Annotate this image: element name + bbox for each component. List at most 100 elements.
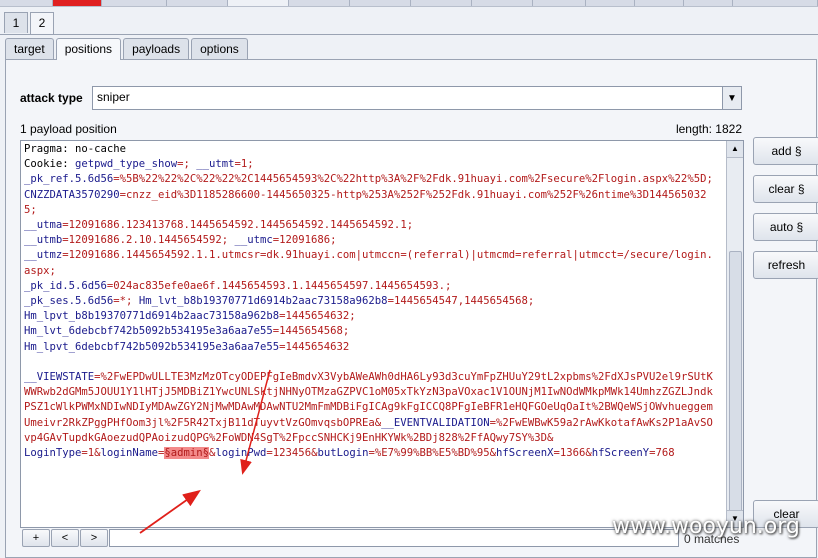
- top-tab[interactable]: [289, 0, 350, 6]
- param-name: __VIEWSTATE: [24, 371, 95, 384]
- param-value: =768: [649, 447, 675, 460]
- param-value: =%E7%99%BB%E5%BD%95&: [368, 447, 497, 460]
- param-name: __utmt: [196, 158, 235, 171]
- auto-markers-button[interactable]: auto §: [753, 213, 818, 241]
- param-name: __utmb: [24, 234, 63, 247]
- next-match-button[interactable]: >: [80, 529, 108, 547]
- param-value: =12091686.2.10.1445654592;: [62, 234, 235, 247]
- top-tab[interactable]: [0, 0, 53, 6]
- param-value: =1366&: [553, 447, 592, 460]
- top-tab-active[interactable]: [53, 0, 102, 6]
- request-line: Hm_lpvt_6debcbf742b5092b534195e3a6aa7e55…: [24, 340, 719, 355]
- param-value: =1;: [234, 158, 254, 171]
- param-name: Hm_lpvt_b8b19370771d6914b2aac73158a962b8: [24, 310, 280, 323]
- param-name: loginPwd: [215, 447, 267, 460]
- param-name: __utmz: [24, 249, 63, 262]
- previous-match-button[interactable]: <: [51, 529, 79, 547]
- param-name: __utmc: [234, 234, 273, 247]
- payload-position-count: 1 payload position: [20, 122, 117, 136]
- param-name: loginName: [100, 447, 158, 460]
- top-tab[interactable]: [733, 0, 818, 6]
- param-name: _pk_id.5.6d56: [24, 279, 107, 292]
- request-line: Hm_lvt_6debcbf742b5092b534195e3a6aa7e55=…: [24, 324, 719, 339]
- param-value: =12091686.123413768.1445654592.144565459…: [62, 219, 414, 232]
- param-name: __EVENTVALIDATION: [381, 416, 490, 429]
- add-marker-button[interactable]: add §: [753, 137, 818, 165]
- request-line: __utmz=12091686.1445654592.1.1.utmcsr=dk…: [24, 248, 719, 278]
- param-name: butLogin: [317, 447, 369, 460]
- search-input[interactable]: [109, 529, 679, 547]
- top-tab[interactable]: [411, 0, 472, 6]
- top-tab[interactable]: [102, 0, 167, 6]
- tab-target[interactable]: target: [5, 38, 54, 59]
- chevron-down-icon: ▼: [727, 93, 737, 104]
- param-name: LoginType: [24, 447, 82, 460]
- request-length: length: 1822: [675, 122, 742, 136]
- top-tab[interactable]: [684, 0, 733, 6]
- request-line: LoginType=1&loginName=§admin§&loginPwd=1…: [24, 446, 719, 461]
- scroll-thumb[interactable]: [729, 251, 742, 527]
- param-value: =1445654547,1445654568;: [387, 295, 535, 308]
- request-line: CNZZDATA3570290=cnzz_eid%3D1185286600-14…: [24, 188, 719, 218]
- param-value: =;: [177, 158, 197, 171]
- top-tab[interactable]: [533, 0, 586, 6]
- scroll-up-button[interactable]: ▲: [727, 141, 743, 158]
- attack-tab-1[interactable]: 1: [4, 12, 28, 33]
- param-value: =%5B%22%22%2C%22%22%2C1445654593%2C%22ht…: [113, 173, 713, 186]
- param-value: =cnzz_eid%3D1185286600-1445650325-http%2…: [24, 188, 707, 216]
- request-line: [24, 355, 719, 370]
- vertical-scrollbar[interactable]: ▲ ▼: [726, 141, 743, 527]
- top-tab[interactable]: [472, 0, 533, 6]
- top-tab[interactable]: [635, 0, 684, 6]
- request-text[interactable]: Pragma: no-cache Cookie: getpwd_type_show…: [24, 142, 719, 461]
- param-value: =*;: [113, 295, 139, 308]
- param-value: =024ac835efe0ae6f.1445654593.1.144565459…: [106, 279, 452, 292]
- attack-type-select[interactable]: sniper ▼: [92, 86, 742, 110]
- param-name: Hm_lpvt_6debcbf742b5092b534195e3a6aa7e55: [24, 340, 280, 353]
- request-line: Hm_lpvt_b8b19370771d6914b2aac73158a962b8…: [24, 309, 719, 324]
- watermark-text: www.wooyun.org: [612, 514, 800, 539]
- request-line: Pragma: no-cache: [24, 142, 719, 157]
- dropdown-button[interactable]: ▼: [722, 87, 741, 109]
- param-value: Cookie:: [24, 158, 76, 171]
- search-options-button[interactable]: +: [22, 529, 50, 547]
- tab-positions[interactable]: positions: [55, 38, 122, 60]
- param-name: _pk_ses.5.6d56: [24, 295, 114, 308]
- param-value: =1&: [81, 447, 101, 460]
- config-tab-bar: target positions payloads options: [5, 38, 250, 60]
- param-name: Hm_lvt_6debcbf742b5092b534195e3a6aa7e55: [24, 325, 273, 338]
- param-name: getpwd_type_show: [75, 158, 178, 171]
- top-tab[interactable]: [228, 0, 289, 6]
- param-value: =12091686.1445654592.1.1.utmcsr=dk.91hua…: [24, 249, 713, 277]
- top-tab[interactable]: [350, 0, 411, 6]
- param-name: hfScreenX: [496, 447, 554, 460]
- request-line: _pk_id.5.6d56=024ac835efe0ae6f.144565459…: [24, 279, 719, 294]
- attack-tab-2[interactable]: 2: [30, 12, 54, 34]
- request-editor[interactable]: Pragma: no-cache Cookie: getpwd_type_show…: [20, 140, 744, 528]
- param-value: [24, 356, 30, 368]
- tab-options[interactable]: options: [191, 38, 248, 59]
- param-value: Pragma: no-cache: [24, 143, 127, 155]
- request-line: __VIEWSTATE=%2FwEPDwULLTE3MzMzOTcyODEPFg…: [24, 370, 719, 446]
- request-line: _pk_ses.5.6d56=*; Hm_lvt_b8b19370771d691…: [24, 294, 719, 309]
- attack-type-label: attack type: [20, 91, 83, 105]
- top-tab[interactable]: [586, 0, 635, 6]
- param-name: CNZZDATA3570290: [24, 188, 120, 201]
- top-tab[interactable]: [167, 0, 228, 6]
- refresh-button[interactable]: refresh: [753, 251, 818, 279]
- param-value: =1445654632: [279, 340, 350, 353]
- attack-type-value: sniper: [97, 90, 130, 104]
- param-value: =123456&: [266, 447, 318, 460]
- request-line: _pk_ref.5.6d56=%5B%22%22%2C%22%22%2C1445…: [24, 172, 719, 187]
- param-value: =1445654632;: [279, 310, 356, 323]
- request-line: Cookie: getpwd_type_show=; __utmt=1;: [24, 157, 719, 172]
- param-name: Hm_lvt_b8b19370771d6914b2aac73158a962b8: [138, 295, 388, 308]
- tab-payloads[interactable]: payloads: [123, 38, 190, 59]
- param-value: =12091686;: [272, 234, 337, 247]
- request-line: __utma=12091686.123413768.1445654592.144…: [24, 218, 719, 233]
- payload-marker[interactable]: §admin§: [164, 447, 209, 460]
- top-tab-strip: [0, 0, 818, 7]
- clear-markers-button[interactable]: clear §: [753, 175, 818, 203]
- param-name: hfScreenY: [591, 447, 650, 460]
- request-line: __utmb=12091686.2.10.1445654592; __utmc=…: [24, 233, 719, 248]
